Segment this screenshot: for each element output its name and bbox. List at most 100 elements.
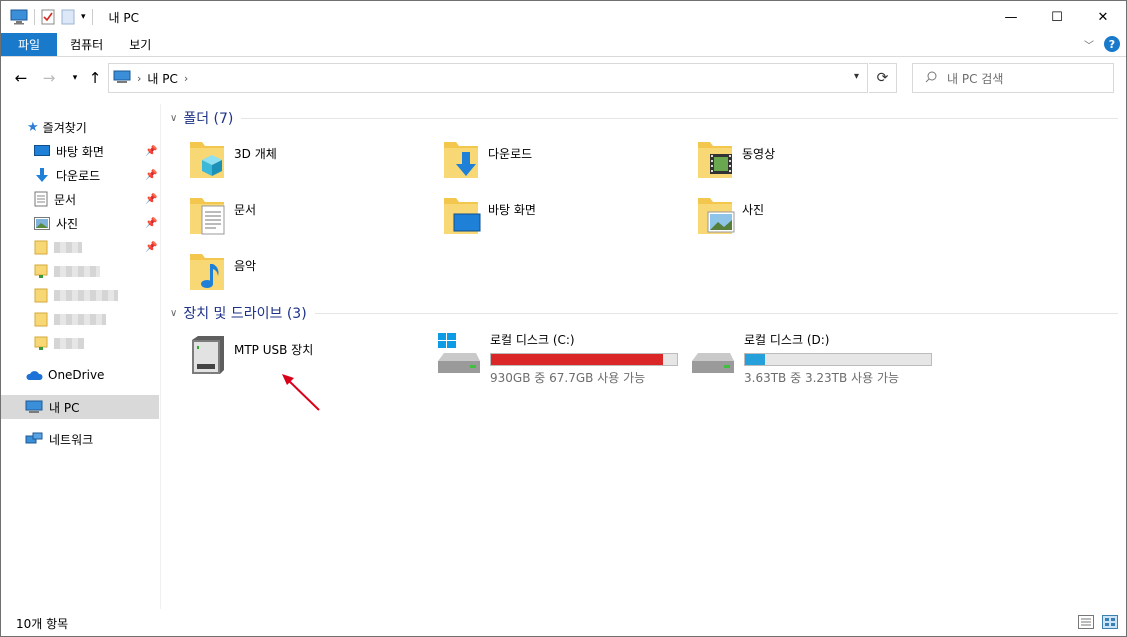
folder-videos[interactable]: 동영상 xyxy=(696,138,936,190)
drive-usage-bar xyxy=(744,353,932,366)
refresh-button[interactable]: ⟳ xyxy=(869,63,897,93)
desktop-icon xyxy=(34,145,50,156)
tab-view[interactable]: 보기 xyxy=(116,33,164,56)
this-pc-icon[interactable] xyxy=(10,9,28,25)
folder-desktop[interactable]: 바탕 화면 xyxy=(442,194,682,246)
sidebar-item-documents[interactable]: 문서 📌 xyxy=(34,187,159,211)
downloads-folder-icon xyxy=(442,138,482,182)
details-view-icon[interactable] xyxy=(1078,615,1094,632)
group-header-folders[interactable]: ∨ 폴더 (7) xyxy=(170,107,1118,129)
ribbon-right: ﹀ ? xyxy=(1084,36,1120,52)
sidebar-item-label: 네트워크 xyxy=(49,432,94,447)
folder-icon xyxy=(34,240,48,255)
recent-locations-button[interactable]: ▾ xyxy=(65,67,85,89)
pin-icon: 📌 xyxy=(145,145,158,157)
pin-icon: 📌 xyxy=(145,169,158,181)
drive-info: 로컬 디스크 (C:) 930GB 중 67.7GB 사용 가능 xyxy=(490,331,678,385)
minimize-button[interactable]: — xyxy=(988,1,1034,33)
forward-button[interactable]: → xyxy=(39,67,59,89)
blurred-label xyxy=(54,313,106,325)
drive-c[interactable]: 로컬 디스크 (C:) 930GB 중 67.7GB 사용 가능 xyxy=(436,331,686,385)
sidebar-item-folder[interactable] xyxy=(34,331,84,355)
tab-computer[interactable]: 컴퓨터 xyxy=(57,33,116,56)
pin-icon: 📌 xyxy=(145,241,158,253)
drive-label: 로컬 디스크 (D:) xyxy=(744,333,830,347)
blurred-label xyxy=(54,241,82,253)
chevron-down-icon[interactable]: ∨ xyxy=(170,113,177,124)
content-pane: ∨ 폴더 (7) 3D 개체 다운로드 동영상 문서 바탕 화면 사진 음악 ∨… xyxy=(162,98,1126,608)
address-bar[interactable]: › 내 PC › ▾ xyxy=(108,63,868,93)
drive-info: 로컬 디스크 (D:) 3.63TB 중 3.23TB 사용 가능 xyxy=(744,331,932,385)
sidebar-item-folder[interactable] xyxy=(34,259,100,283)
sidebar-item-downloads[interactable]: 다운로드 📌 xyxy=(34,163,159,187)
folder-label: 동영상 xyxy=(742,147,776,161)
back-button[interactable]: ← xyxy=(11,67,31,89)
item-count: 10개 항목 xyxy=(16,616,69,631)
chevron-down-icon[interactable]: ∨ xyxy=(170,308,177,319)
up-button[interactable]: ↑ xyxy=(85,67,105,89)
sidebar-item-network[interactable]: 네트워크 xyxy=(25,427,93,451)
desktop-folder-icon xyxy=(442,194,482,238)
drive-usage-fill xyxy=(491,354,664,365)
onedrive-icon xyxy=(26,371,43,380)
close-button[interactable]: ✕ xyxy=(1080,1,1126,33)
document-icon xyxy=(34,191,48,207)
sidebar-item-label: 즐겨찾기 xyxy=(42,120,87,135)
sidebar-item-label: 다운로드 xyxy=(56,168,101,183)
expand-ribbon-icon[interactable]: ﹀ xyxy=(1084,37,1094,52)
folder-pictures[interactable]: 사진 xyxy=(696,194,936,246)
folder-downloads[interactable]: 다운로드 xyxy=(442,138,682,190)
breadcrumb-this-pc[interactable]: 내 PC xyxy=(147,70,177,87)
folder-icon xyxy=(34,312,48,327)
folder-3d-objects[interactable]: 3D 개체 xyxy=(188,138,428,190)
this-pc-icon xyxy=(25,400,43,413)
properties-icon[interactable] xyxy=(41,9,55,25)
drive-icon xyxy=(690,331,736,377)
group-header-devices[interactable]: ∨ 장치 및 드라이브 (3) xyxy=(170,302,1118,324)
sidebar-item-label: 사진 xyxy=(56,216,79,231)
sidebar-item-folder[interactable] xyxy=(34,283,118,307)
sidebar-item-this-pc[interactable]: 내 PC xyxy=(1,395,159,419)
customize-toolbar-icon[interactable]: ▾ xyxy=(81,12,86,22)
window-controls: — ☐ ✕ xyxy=(988,1,1126,33)
folder-music[interactable]: 음악 xyxy=(188,250,428,302)
chevron-right-icon[interactable]: › xyxy=(184,72,188,85)
drive-usage-bar xyxy=(490,353,678,366)
drive-d[interactable]: 로컬 디스크 (D:) 3.63TB 중 3.23TB 사용 가능 xyxy=(690,331,940,385)
folder-label: 문서 xyxy=(234,203,257,217)
network-folder-icon xyxy=(34,336,48,350)
tab-file[interactable]: 파일 xyxy=(1,33,58,56)
sidebar-item-desktop[interactable]: 바탕 화면 📌 xyxy=(34,139,159,163)
navigation-bar: ← → ▾ ↑ › 내 PC › ▾ ⟳ 내 PC 검색 xyxy=(1,63,1126,93)
status-bar: 10개 항목 xyxy=(1,610,1126,636)
sidebar-item-pictures[interactable]: 사진 📌 xyxy=(34,211,159,235)
3d-objects-icon xyxy=(188,138,228,182)
network-icon xyxy=(25,432,43,444)
sidebar-item-quick-access[interactable]: ★ 즐겨찾기 xyxy=(27,115,87,139)
new-folder-icon[interactable] xyxy=(61,9,75,25)
pictures-icon xyxy=(34,216,50,230)
blurred-label xyxy=(54,337,84,349)
sidebar-item-folder[interactable] xyxy=(34,307,106,331)
chevron-down-icon[interactable]: ▾ xyxy=(854,71,859,82)
blurred-label xyxy=(54,265,100,277)
drive-free-space: 3.63TB 중 3.23TB 사용 가능 xyxy=(744,371,900,385)
sidebar-item-folder[interactable]: 📌 xyxy=(34,235,159,259)
tiles-view-icon[interactable] xyxy=(1102,615,1118,632)
pin-icon: 📌 xyxy=(145,193,158,205)
sidebar-item-onedrive[interactable]: OneDrive xyxy=(25,363,104,387)
group-header-label: 폴더 (7) xyxy=(183,111,234,127)
blurred-label xyxy=(54,289,118,301)
pictures-folder-icon xyxy=(696,194,736,238)
search-placeholder: 내 PC 검색 xyxy=(947,71,1004,86)
search-input[interactable]: 내 PC 검색 xyxy=(912,63,1114,93)
divider xyxy=(314,312,1118,314)
folder-icon xyxy=(34,288,48,303)
help-icon[interactable]: ? xyxy=(1104,36,1120,52)
drive-label: 로컬 디스크 (C:) xyxy=(490,333,575,347)
folder-documents[interactable]: 문서 xyxy=(188,194,428,246)
videos-folder-icon xyxy=(696,138,736,182)
network-folder-icon xyxy=(34,264,48,278)
maximize-button[interactable]: ☐ xyxy=(1034,1,1080,33)
music-folder-icon xyxy=(188,250,228,294)
